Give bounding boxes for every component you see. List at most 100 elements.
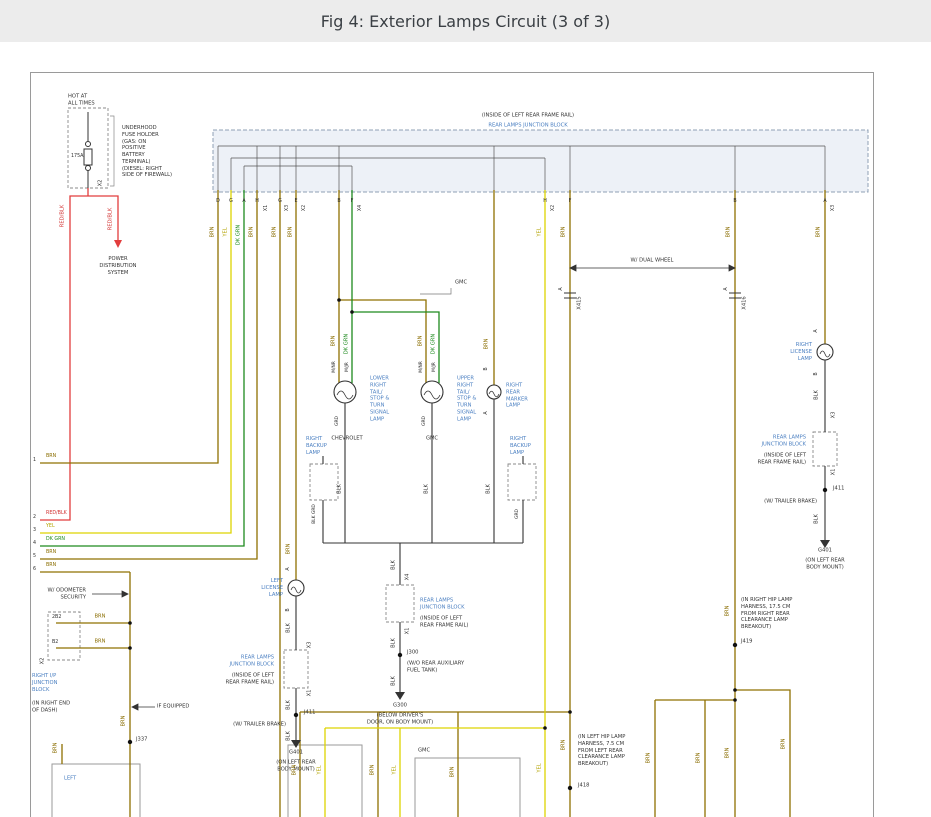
diagram-label: BRN: [561, 226, 568, 237]
diagram-label: CHEVROLET: [331, 436, 362, 443]
diagram-label: G: [278, 199, 282, 205]
diagram-label: BRN: [450, 766, 457, 777]
diagram-label: BRN: [288, 226, 295, 237]
diagram-label: (IN RIGHT HIP LAMP HARNESS, 17.5 CM FROM…: [741, 597, 792, 631]
diagram-label: (INSIDE OF LEFT REAR FRAME RAIL): [482, 113, 574, 120]
annotation-arrows: [92, 265, 735, 710]
diagram-label: BLK: [286, 623, 293, 633]
diagram-label: REAR LAMPS JUNCTION BLOCK: [229, 654, 274, 668]
diagram-label: X2: [551, 205, 557, 211]
diagram-label: W/ DUAL WHEEL: [631, 258, 674, 265]
diagram-label: RED/BLK: [108, 208, 115, 230]
diagram-label: YEL: [223, 227, 230, 236]
diagram-label: J300: [407, 650, 418, 657]
diagram-label: YEL: [317, 765, 324, 774]
diagram-label: RIGHT REAR MARKER LAMP: [506, 383, 528, 410]
diagram-label: J419: [741, 639, 752, 646]
diagram-label: X1: [831, 469, 838, 476]
diagram-label: W/ ODOMETER SECURITY: [48, 587, 87, 601]
diagram-label: G401: [289, 750, 303, 757]
diagram-label: BRN: [418, 335, 425, 346]
diagram-label: X2: [302, 205, 308, 211]
diagram-label: H: [543, 199, 547, 205]
diagram-label: REAR LAMPS JUNCTION BLOCK: [488, 123, 567, 130]
diagram-label: 3: [33, 528, 36, 534]
diagram-label: F: [569, 199, 572, 205]
diagram-label: BLK: [337, 484, 344, 494]
diagram-label: RED/BLK: [60, 205, 67, 227]
diagram-label: 1: [33, 458, 36, 464]
diagram-label: BLK: [814, 514, 821, 524]
diagram-label: BLK: [286, 731, 293, 741]
diagram-label: GMC: [418, 748, 430, 755]
diagram-label: BRN: [816, 226, 823, 237]
red-wires: [40, 188, 118, 520]
diagram-label: RIGHT BACKUP LAMP: [510, 436, 531, 456]
diagram-label: X3: [307, 642, 314, 649]
diagram-label: A: [823, 199, 826, 205]
diagram-label: X4: [405, 574, 412, 581]
diagram-label: IF EQUIPPED: [157, 704, 189, 711]
power-distribution-arrow: [114, 240, 122, 248]
diagram-label: BRN: [46, 454, 56, 460]
diagram-label: LEFT: [64, 776, 76, 783]
diagram-label: BLK: [424, 484, 431, 494]
diagram-label: (W/O REAR AUXILIARY FUEL TANK): [407, 660, 464, 674]
diagram-label: J411: [304, 710, 315, 717]
diagram-label: BRN: [292, 764, 299, 775]
diagram-label: REAR LAMPS JUNCTION BLOCK: [761, 434, 806, 448]
diagram-label: BRN: [370, 764, 377, 775]
diagram-label: YEL: [537, 227, 544, 236]
diagram-label: J418: [578, 783, 589, 790]
diagram-label: B: [814, 372, 820, 375]
diagram-label: BRN: [561, 739, 568, 750]
diagram-label: GMC: [455, 280, 467, 287]
splice-dots: [128, 298, 827, 790]
diagram-label: (ON LEFT REAR BODY MOUNT): [805, 557, 845, 571]
diagram-label: BRN: [484, 338, 491, 349]
diagram-label: X415: [577, 296, 584, 309]
diagram-label: BRN: [696, 752, 703, 763]
diagram-label: BLK: [391, 638, 398, 648]
diagram-label: BRN: [725, 747, 732, 758]
diagram-label: BLK: [486, 484, 493, 494]
diagram-label: X3: [831, 412, 838, 419]
diagram-label: BRN: [286, 543, 293, 554]
diagram-label: 2: [33, 515, 36, 521]
diagram-label: RED/BLK: [46, 511, 67, 517]
diagram-label: DK GRN: [431, 334, 438, 355]
diagram-label: GRD: [515, 509, 521, 519]
diagram-label: 5: [33, 554, 36, 560]
diagram-label: G: [229, 199, 233, 205]
diagram-label: BRN: [249, 226, 256, 237]
page: Fig 4: Exterior Lamps Circuit (3 of 3): [0, 0, 931, 817]
diagram-label: BRN: [121, 715, 128, 726]
diagram-label: BLK: [286, 700, 293, 710]
diagram-label: X1: [264, 205, 270, 211]
diagram-label: (IN RIGHT END OF DASH): [32, 700, 70, 714]
diagram-label: X3: [285, 205, 291, 211]
diagram-label: BRN: [46, 563, 56, 569]
diagram-label: J411: [833, 486, 844, 493]
diagram-label: DK GRN: [344, 334, 351, 355]
diagram-label: (IN LEFT HIP LAMP HARNESS, 7.5 CM FROM L…: [578, 734, 625, 768]
diagram-label: A: [484, 411, 490, 414]
diagram-label: M/NR: [332, 361, 338, 373]
diagram-label: B: [484, 367, 490, 370]
diagram-label: X2: [40, 658, 47, 665]
diagram-label: X1: [405, 628, 412, 635]
diagram-label: BRN: [726, 226, 733, 237]
diagram-label: RIGHT LICENSE LAMP: [790, 342, 812, 362]
diagram-label: (BELOW DRIVER'S DOOR, ON BODY MOUNT): [367, 712, 433, 726]
diagram-label: GMC: [426, 436, 438, 443]
diagram-label: RIGHT BACKUP LAMP: [306, 436, 327, 456]
diagram-label: DK GRN: [236, 225, 243, 246]
diagram-label: (W/ TRAILER BRAKE): [764, 499, 817, 506]
diagram-label: (INSIDE OF LEFT REAR FRAME RAIL): [420, 615, 468, 629]
diagram-label: BRN: [210, 226, 217, 237]
diagram-label: B: [733, 199, 736, 205]
fuse-symbol: [84, 112, 114, 188]
diagram-label: BRN: [94, 614, 105, 621]
yellow-wires: [40, 190, 545, 817]
diagram-label: BRN: [725, 605, 732, 616]
